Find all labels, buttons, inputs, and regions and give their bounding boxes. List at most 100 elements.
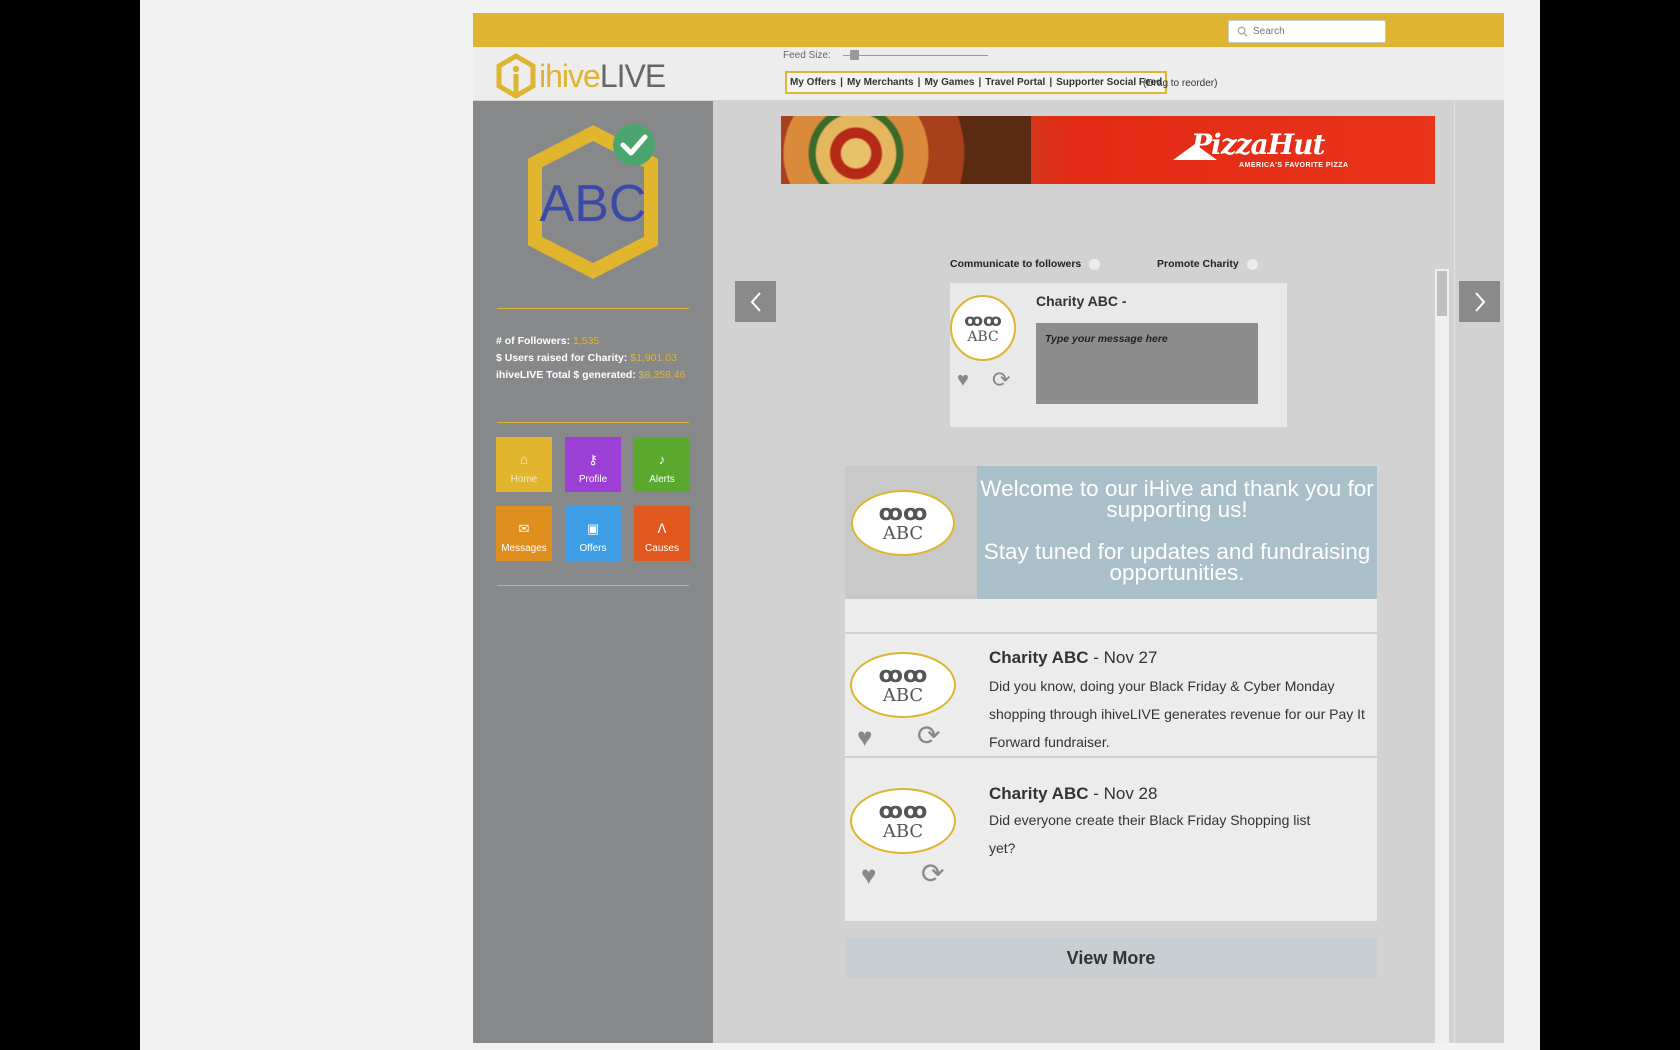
scrollbar-thumb[interactable] — [1437, 271, 1447, 316]
abc-logo-text: ABC — [882, 821, 924, 842]
communicate-label: Communicate to followers — [950, 258, 1082, 270]
compose-author: Charity ABC - — [1036, 293, 1127, 309]
compose-card: ꝏꝏ ABC ♥ ⟳ Charity ABC - Type your messa… — [950, 283, 1287, 427]
logo-text-live: LIVE — [599, 57, 666, 94]
nav-tile-label: Home — [510, 474, 538, 485]
feed-scrollbar[interactable] — [1435, 269, 1449, 1043]
stat-label: ihiveLIVE Total $ generated: — [496, 369, 636, 381]
communicate-option[interactable]: Communicate to followers — [950, 258, 1101, 270]
logo-mark-icon — [496, 53, 536, 99]
charity-badge[interactable]: ABC — [521, 121, 666, 281]
pizza-hut-ad-banner[interactable]: PizzaHut AMERICA'S FAVORITE PIZZA — [781, 116, 1435, 184]
post-title: Charity ABC - Nov 27 — [989, 648, 1157, 668]
post-body: Did you know, doing your Black Friday & … — [989, 678, 1365, 750]
nav-tile-label: Offers — [579, 543, 607, 554]
feed-post: ꝏꝏ ABC ♥ ⟳ Charity ABC - Nov 27 Did you … — [845, 634, 1377, 757]
feed-size-slider[interactable] — [842, 49, 988, 61]
post-author: Charity ABC — [989, 784, 1089, 803]
tab-my-games[interactable]: My Games — [924, 77, 974, 88]
tab-separator: | — [1049, 77, 1053, 88]
welcome-line: Stay tuned for updates and fundraising o… — [983, 539, 1371, 585]
nav-tile-messages[interactable]: ✉ Messages — [496, 506, 552, 561]
stat-value: $1,901.03 — [630, 352, 677, 364]
stat-value: 1,535 — [573, 335, 600, 347]
home-icon: ⌂ — [520, 452, 528, 467]
tab-separator: | — [840, 77, 843, 88]
ad-brand: PizzaHut — [1191, 128, 1325, 161]
avatar: ꝏꝏ ABC — [950, 295, 1016, 361]
heart-icon[interactable]: ♥ — [957, 369, 969, 392]
repost-icon[interactable]: ⟳ — [917, 719, 940, 752]
gift-icon: ▣ — [586, 521, 600, 536]
promote-option[interactable]: Promote Charity — [1157, 258, 1258, 270]
sidebar-divider — [497, 585, 689, 586]
message-input[interactable]: Type your message here — [1036, 323, 1258, 404]
post-date: - Nov 28 — [1088, 784, 1158, 803]
repost-icon[interactable]: ⟳ — [921, 857, 944, 890]
charity-hexagon-icon: ABC — [528, 124, 658, 279]
page-backdrop: ihiveLIVE Feed Size: My Offers | My Merch… — [140, 0, 1540, 1050]
ad-tagline: AMERICA'S FAVORITE PIZZA — [1239, 162, 1349, 169]
communicate-radio[interactable] — [1089, 258, 1101, 270]
slider-track — [842, 55, 988, 56]
feed-size-label: Feed Size: — [783, 49, 831, 61]
post-author: Charity ABC — [989, 648, 1089, 667]
stat-value: $8,358.46 — [638, 369, 686, 381]
nav-tile-home[interactable]: ⌂ Home — [496, 437, 552, 492]
view-more-button[interactable]: View More — [845, 938, 1377, 978]
sidebar: ABC # of Followers: 1,535 $ Users raised… — [473, 101, 713, 1043]
repost-icon[interactable]: ⟳ — [992, 367, 1010, 393]
nav-tile-alerts[interactable]: ♪ Alerts — [634, 437, 690, 492]
sidebar-divider — [497, 308, 689, 309]
ihivelive-logo[interactable]: ihiveLIVE — [495, 53, 666, 99]
heart-icon[interactable]: ♥ — [861, 860, 876, 891]
search-box[interactable] — [1228, 20, 1386, 43]
next-arrow-button[interactable] — [1459, 281, 1500, 322]
stat-raised: $ Users raised for Charity: $1,901.03 — [496, 350, 685, 367]
tab-separator: | — [917, 77, 921, 88]
right-column — [1454, 101, 1504, 1043]
tab-separator: | — [978, 77, 982, 88]
slider-thumb[interactable] — [849, 50, 859, 60]
feed-size-control: Feed Size: — [783, 49, 988, 61]
stat-total: ihiveLIVE Total $ generated: $8,358.46 — [496, 367, 685, 384]
chevron-left-icon — [750, 291, 761, 312]
logo-text-ihive: ihive — [539, 57, 601, 94]
feed-tabs: My Offers | My Merchants | My Games | Trave… — [785, 71, 1168, 94]
feed-post: ꝏꝏ ABC ♥ ⟳ Charity ABC - Nov 28 Did ever… — [845, 758, 1377, 922]
promote-radio[interactable] — [1246, 258, 1258, 270]
key-icon: ⚷ — [588, 452, 598, 467]
welcome-card: ꝏꝏ ABC Welcome to our iHive and thank yo… — [845, 466, 1377, 599]
nav-tile-offers[interactable]: ▣ Offers — [565, 506, 621, 561]
post-date: - Nov 27 — [1088, 648, 1158, 667]
charity-stats: # of Followers: 1,535 $ Users raised for… — [496, 333, 685, 384]
welcome-message: Welcome to our iHive and thank you for s… — [977, 466, 1377, 599]
pizza-image — [781, 116, 1031, 184]
bell-icon: ♪ — [658, 452, 666, 467]
nav-tile-label: Causes — [645, 543, 679, 554]
avatar: ꝏꝏ ABC — [850, 652, 956, 718]
nav-tile-causes[interactable]: ᐱ Causes — [634, 506, 690, 561]
promote-label: Promote Charity — [1157, 258, 1239, 270]
reorder-hint: (Drag to reorder) — [1143, 78, 1218, 89]
tab-my-merchants[interactable]: My Merchants — [847, 77, 914, 88]
tab-my-offers[interactable]: My Offers — [790, 77, 836, 88]
abc-logo-text: ABC — [967, 328, 999, 345]
chevron-right-icon — [1474, 291, 1485, 312]
ribbon-icon: ᐱ — [657, 521, 667, 536]
search-icon — [1237, 26, 1248, 37]
nav-tile-profile[interactable]: ⚷ Profile — [565, 437, 621, 492]
tab-travel-portal[interactable]: Travel Portal — [985, 77, 1045, 88]
avatar: ꝏꝏ ABC — [850, 788, 956, 854]
nav-tile-label: Alerts — [649, 474, 675, 485]
heart-icon[interactable]: ♥ — [857, 722, 872, 753]
abc-logo-text: ABC — [882, 685, 924, 706]
app-window: ihiveLIVE Feed Size: My Offers | My Merch… — [473, 13, 1504, 1043]
prev-arrow-button[interactable] — [735, 281, 776, 322]
stat-label: # of Followers: — [496, 335, 571, 347]
header: ihiveLIVE Feed Size: My Offers | My Merch… — [473, 47, 1504, 101]
post-title: Charity ABC - Nov 28 — [989, 784, 1157, 804]
abc-logo-text: ABC — [882, 523, 924, 544]
nav-tile-label: Profile — [578, 474, 608, 485]
search-input[interactable] — [1253, 26, 1383, 37]
